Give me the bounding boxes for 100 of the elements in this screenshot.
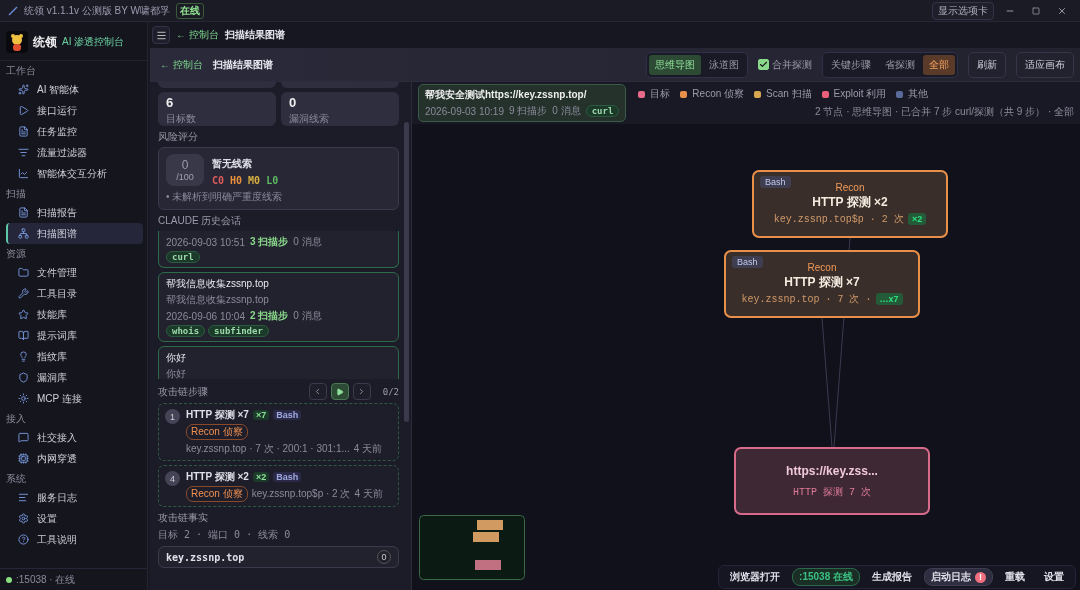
node-title: https://key.zss... [786,463,878,478]
document-icon [18,207,29,218]
session-card[interactable]: 你好 你好 [158,346,399,379]
severity-count: C0 [212,175,225,186]
back-link[interactable]: ← 控制台 [160,57,203,72]
nav-item[interactable]: 提示词库 [6,325,143,346]
legend-label: Exploit 利用 [833,87,887,101]
menu-button[interactable] [152,26,170,44]
node-phase: Recon [807,262,837,273]
severity-count: M0 [248,175,261,186]
shield-icon [18,372,29,383]
status-dot [6,576,12,583]
legend-label: Recon 侦察 [692,87,745,101]
scrollbar[interactable] [404,122,409,422]
session-chip[interactable]: 帮我安全测试https://key.zssnp.top/ 2026-09-03 10:19 9 扫描步 0 消息 curl [418,84,627,122]
tool-tag: curl [166,251,200,263]
severity-count: L0 [266,175,279,186]
filter-tab[interactable]: 关键步骤 [825,54,877,75]
nav-item[interactable]: 流量过滤器 [6,142,143,163]
step-number: 1 [165,409,180,424]
target-node[interactable]: https://key.zss... HTTP 探测 7 次 [734,447,930,515]
session-card[interactable]: 2026-09-03 10:51 3 扫描步 0 消息 curl [158,231,399,268]
nav-item[interactable]: 技能库 [6,304,143,325]
message-count: 0 消息 [293,235,322,249]
stat-label: 漏洞线索 [289,112,330,126]
minimap[interactable] [419,515,525,580]
toolbar-button[interactable]: 刷新 [968,51,1006,78]
count-badge: …x7 [875,293,903,305]
nav-item[interactable]: 工具目录 [6,283,143,304]
nav-item[interactable]: 任务监控 [6,121,143,142]
section-title: 系统 [5,472,27,486]
merge-checkbox[interactable] [758,59,769,70]
filter-icon [18,147,29,158]
facts-summary: 目标 2 · 端口 0 · 线索 0 [158,528,292,542]
score-value: 0 [181,157,189,172]
session-title: 帮我安全测试https://key.zssnp.top/ [425,88,588,102]
server-status[interactable]: :15038 在线 [792,568,860,586]
brand-name: 统领 [33,33,57,51]
stat-value: 6 [166,95,175,110]
filter-tab[interactable]: 省探测 [879,54,921,75]
log-button[interactable]: 启动日志 ! [924,568,993,586]
action-button[interactable]: 生成报告 [865,568,919,586]
nav-item[interactable]: MCP 连接 [6,388,143,409]
nav-item[interactable]: 社交接入 [6,427,143,448]
section-heading: CLAUDE 历史会话 [158,214,243,228]
back-link[interactable]: ← 控制台 [176,28,219,42]
play-button[interactable] [330,383,349,400]
step-count: 3 扫描步 [249,235,289,249]
nav-item[interactable]: 工具说明 [6,529,143,550]
step-card[interactable]: 4 HTTP 探测 ×2 ×2 Bash Recon 侦察 key.zssnp.top$p · 2 次 4 天前 [158,465,399,507]
fact-host: key.zssnp.top [166,551,245,563]
page-title: 扫描结果图谱 [224,28,285,42]
section-heading: 攻击链步骤 [158,384,208,399]
star-icon [18,309,29,320]
status-badge: 在线 [175,2,204,19]
settings-icon [18,513,29,524]
severity-count: H0 [230,175,243,186]
play-icon [335,387,344,396]
panel-title: 扫描结果图谱 [212,57,273,72]
step-detail: key.zssnp.top · 7 次 · 200:1 · 301:1... [186,442,350,456]
step-counter: 0/2 [382,386,399,397]
step-number: 4 [165,471,180,486]
legend-label: 目标 [650,87,671,101]
node-title: HTTP 探测 ×7 [784,274,860,291]
nav-item[interactable]: 漏洞库 [6,367,143,388]
tool-tag: Bash [273,472,302,482]
view-tab[interactable]: 泳道图 [703,54,745,75]
nav-item[interactable]: 服务日志 [6,487,143,508]
step-node[interactable]: Bash Recon HTTP 探测 ×7 key.zssnp.top · 7 次 · …x7 [724,250,920,318]
session-time: 2026-09-03 10:19 [425,105,504,117]
nav-item[interactable]: 内网穿透 [6,448,143,469]
toolbar-button[interactable]: 适应画布 [1016,51,1074,78]
nav-item[interactable]: 智能体交互分析 [6,163,143,184]
section-heading: 风险评分 [158,130,199,144]
message-count: 0 消息 [293,309,322,323]
view-tab[interactable]: 思维导图 [649,54,701,75]
nav-item[interactable]: 扫描图谱 [6,223,143,244]
lightbulb-icon [18,351,29,362]
sparkle-icon [18,84,29,95]
session-subtitle: 你好 [166,367,187,379]
nav-item[interactable]: 指纹库 [6,346,143,367]
legend-label: 其他 [908,87,929,101]
nav-item[interactable]: 文件管理 [6,262,143,283]
nav-item[interactable]: AI 智能体 [6,79,143,100]
tool-tag: Bash [273,410,302,420]
action-button[interactable]: 设置 [1037,568,1071,586]
nav-item[interactable]: 接口运行 [6,100,143,121]
maximize-icon [1032,6,1040,15]
filter-tab[interactable]: 全部 [923,54,955,75]
show-tabs-button[interactable]: 显示选项卡 [932,1,994,20]
nav-item[interactable]: 扫描报告 [6,202,143,223]
step-card[interactable]: 1 HTTP 探测 ×7 ×7 Bash Recon 侦察 key.zssnp.top · 7 次 · 200:1 · 301:1... 4 天前 [158,403,399,461]
session-card[interactable]: 帮我信息收集zssnp.top 帮我信息收集zssnp.top 2026-09-06 10:04 2 扫描步 0 消息 whois subfinder [158,272,399,342]
score-max: /100 [176,171,194,182]
phase-tag: Recon 侦察 [186,486,248,502]
lines-icon [18,492,29,503]
step-node[interactable]: Bash Recon HTTP 探测 ×2 key.zssnp.top$p · 2 次 ×2 [752,170,948,238]
nav-item[interactable]: 设置 [6,508,143,529]
action-button[interactable]: 重载 [998,568,1032,586]
action-button[interactable]: 浏览器打开 [723,568,788,586]
